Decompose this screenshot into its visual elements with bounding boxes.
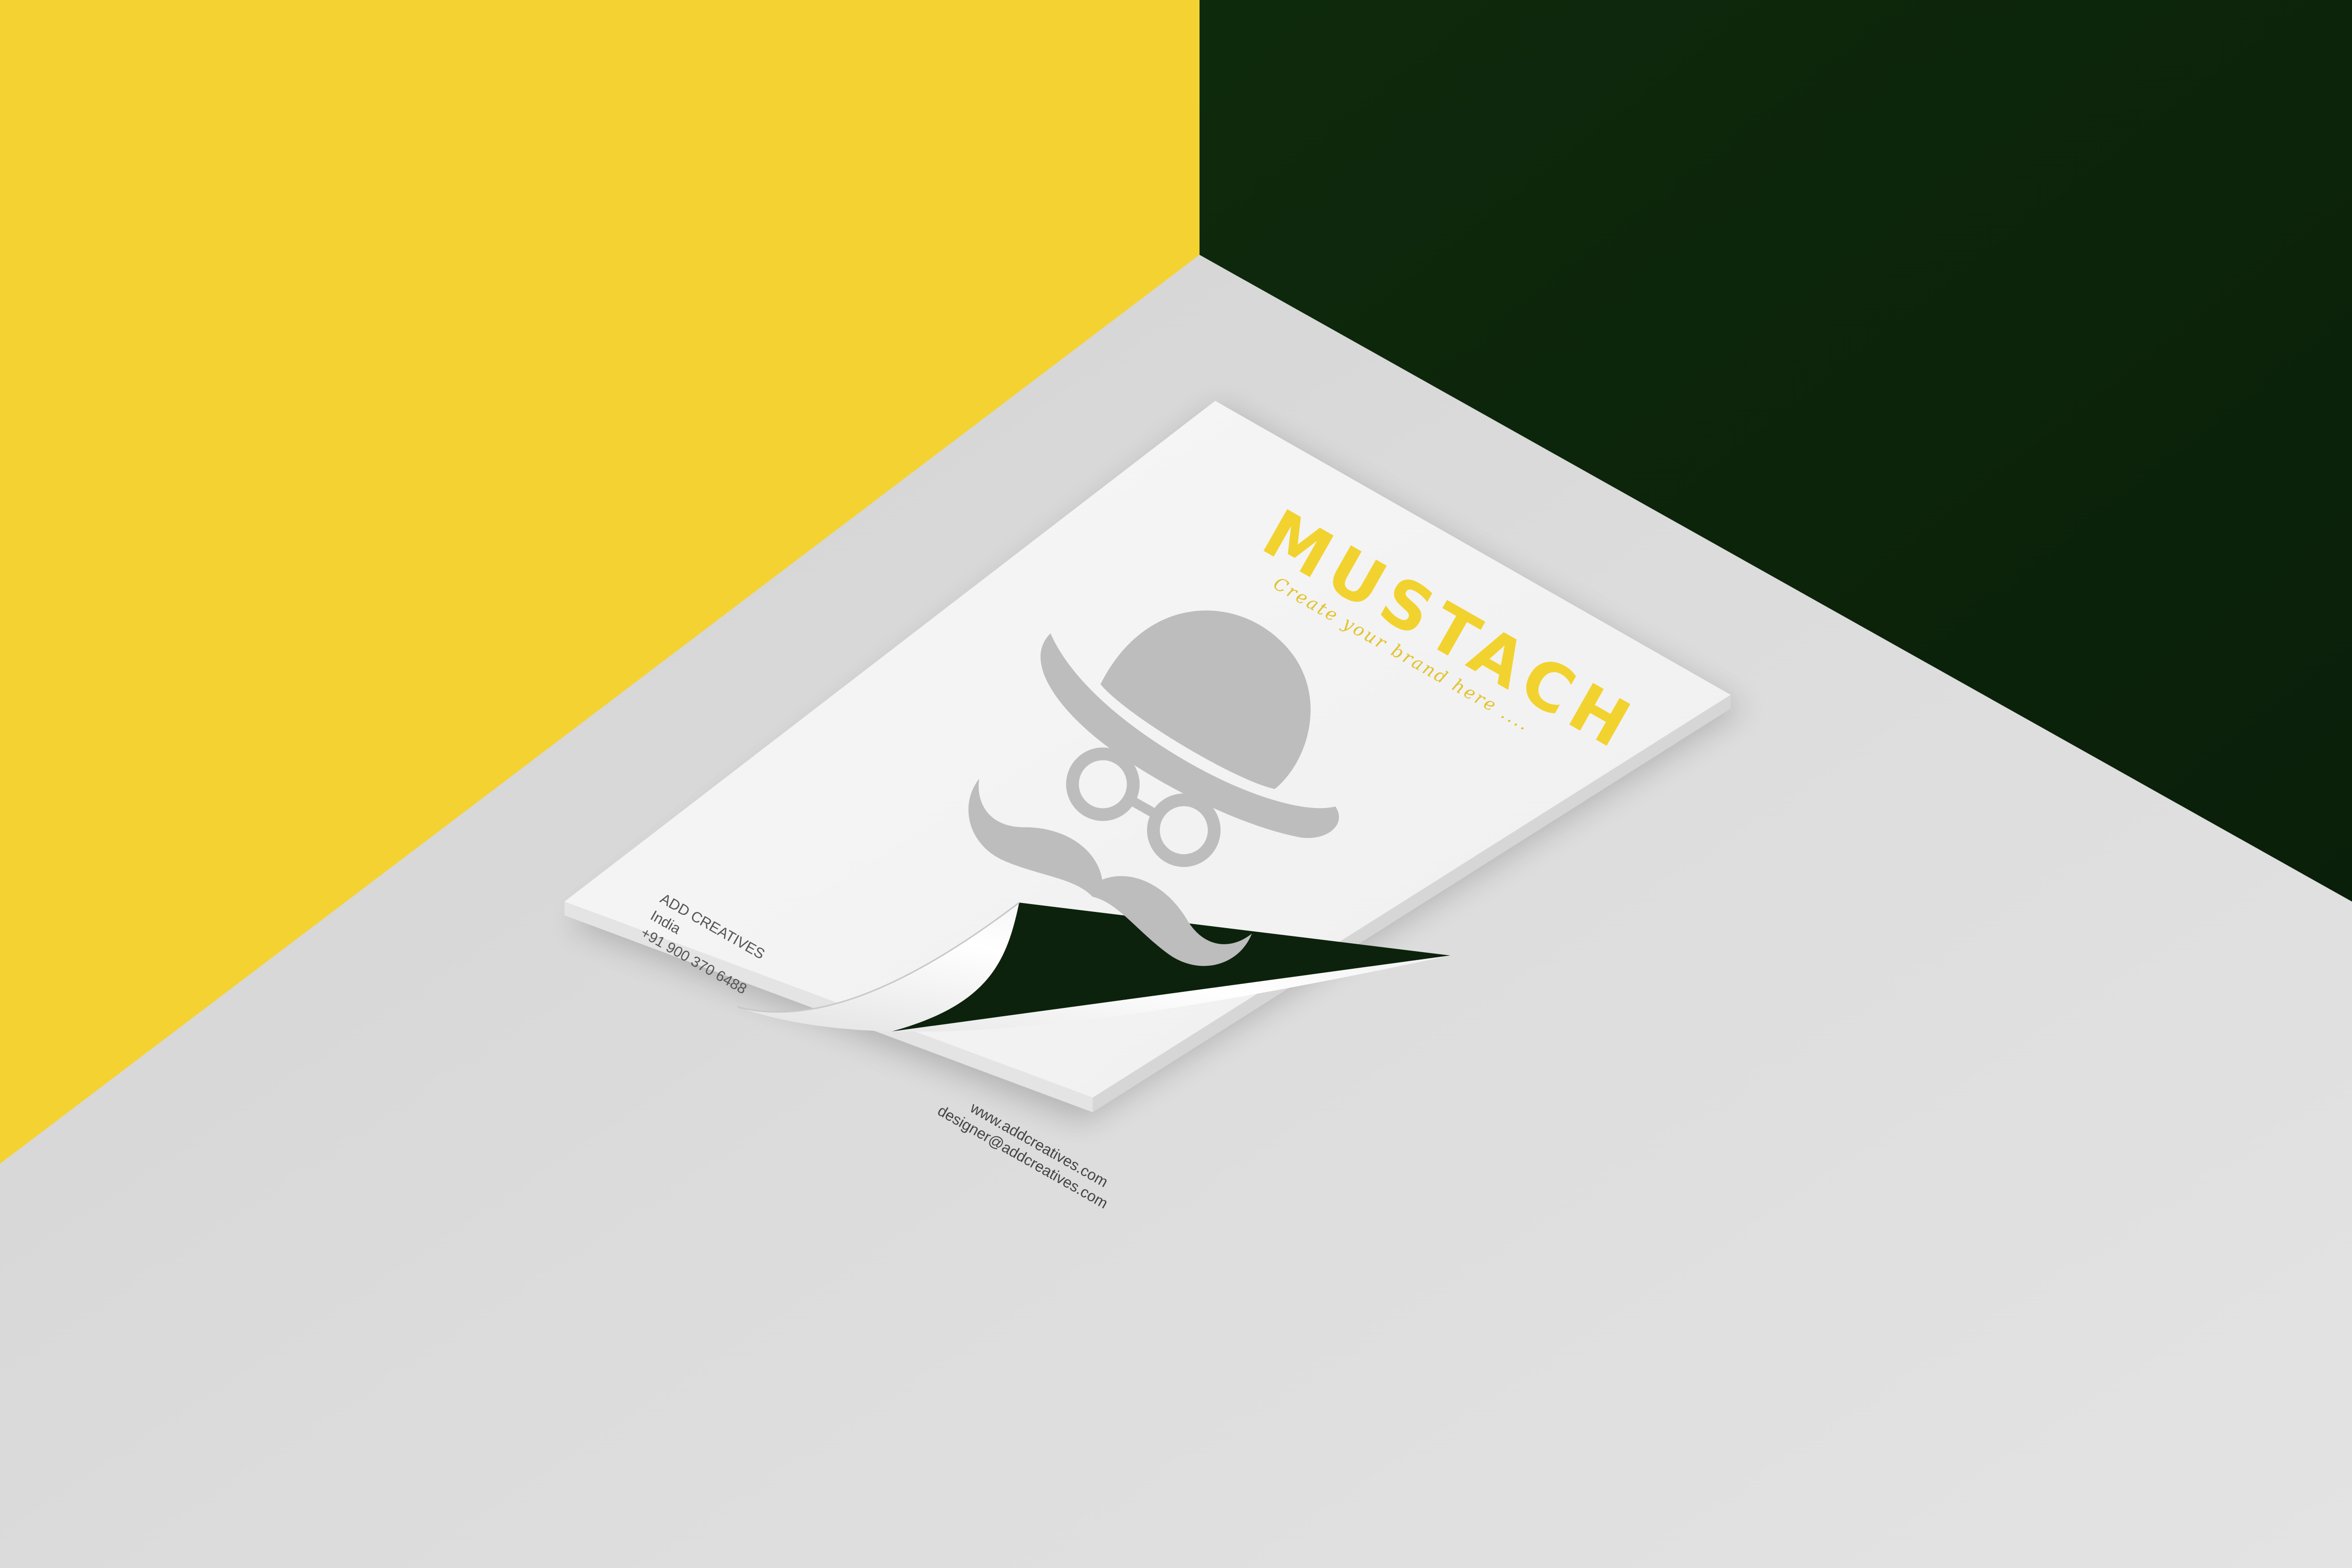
scene-canvas: MUSTACH Create your brand here .... ADD … (0, 0, 2352, 1568)
mockup-scene: MUSTACH Create your brand here .... ADD … (0, 0, 2352, 1568)
